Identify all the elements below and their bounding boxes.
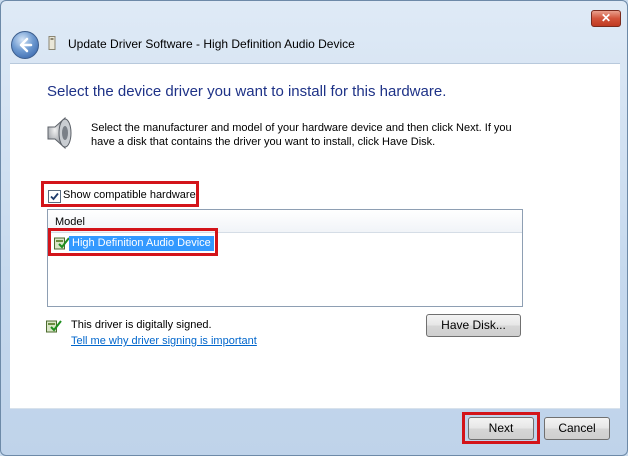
instructions-text: Select the manufacturer and model of you… — [91, 122, 512, 148]
close-button[interactable]: ✕ — [591, 10, 621, 27]
footer-divider — [10, 408, 620, 409]
back-arrow-icon — [19, 37, 33, 53]
device-icon — [48, 36, 56, 50]
speaker-icon — [47, 116, 72, 150]
cancel-button[interactable]: Cancel — [544, 417, 610, 440]
model-list[interactable]: Model High Definition Audio Device — [47, 209, 523, 307]
have-disk-button[interactable]: Have Disk... — [426, 314, 521, 337]
digital-signature-icon — [46, 320, 62, 333]
window-title: Update Driver Software - High Definition… — [68, 37, 355, 51]
driver-signing-link[interactable]: Tell me why driver signing is important — [71, 335, 257, 347]
page-heading: Select the device driver you want to ins… — [47, 83, 447, 100]
checkmark-icon — [50, 192, 59, 201]
show-compatible-label[interactable]: Show compatible hardware — [63, 189, 196, 201]
dialog-content: Select the device driver you want to ins… — [10, 63, 620, 409]
signed-status-text: This driver is digitally signed. — [71, 319, 212, 331]
next-button[interactable]: Next — [468, 417, 534, 440]
dialog-window: ✕ Update Driver Software - High Definiti… — [0, 0, 628, 456]
model-header-label: Model — [55, 216, 85, 228]
highlight-list-item — [48, 228, 218, 256]
back-button[interactable] — [11, 31, 39, 59]
show-compatible-checkbox[interactable] — [48, 190, 61, 203]
